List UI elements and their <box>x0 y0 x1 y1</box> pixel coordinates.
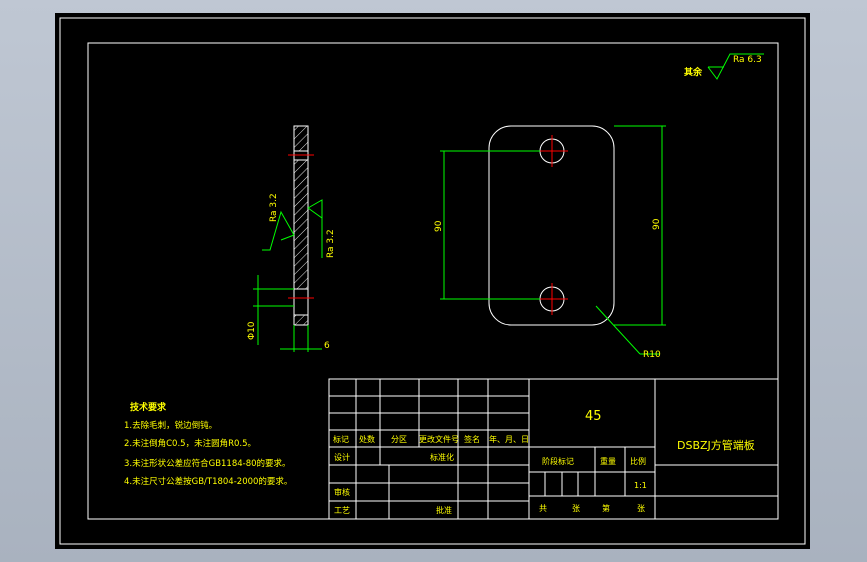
tech-req-title: 技术要求 <box>130 401 167 413</box>
rev-header-zone: 分区 <box>391 435 407 444</box>
scale-value: 1:1 <box>634 481 647 490</box>
tech-req-item-4: 4.未注尺寸公差按GB/T1804-2000的要求。 <box>124 476 292 487</box>
material-text: 45 <box>585 409 602 424</box>
rev-header-change-doc: 更改文件号 <box>419 434 459 444</box>
review-label: 审核 <box>334 487 350 497</box>
weight-label: 重量 <box>600 456 616 466</box>
dim-hole-spacing-text: 90 <box>434 220 444 232</box>
part-name-text: DSBZJ方管端板 <box>677 438 755 452</box>
dim-corner-radius-text: R10 <box>643 350 661 360</box>
sheet-unit-label: 张 <box>572 504 580 513</box>
roughness-right-value: Ra 3.2 <box>326 229 336 258</box>
rev-header-signature: 签名 <box>464 434 480 444</box>
sheet-total-label: 共 <box>539 504 547 513</box>
stage-mark-label: 阶段标记 <box>542 456 574 466</box>
dim-outer-height-text: 90 <box>652 218 662 230</box>
process-label: 工艺 <box>334 506 350 515</box>
cad-drawing-window: 其余 Ra 6.3 Ra 3.2 Ra 3.2 Φ10 6 90 90 R10 … <box>55 13 810 549</box>
rev-header-date: 年、月、日 <box>489 434 529 444</box>
sheet-index-label: 第 <box>602 503 610 513</box>
dim-thickness-text: 6 <box>324 341 330 351</box>
rev-header-mark: 标记 <box>333 434 349 444</box>
surface-finish-value: Ra 6.3 <box>733 55 762 65</box>
section-hatch-lower <box>294 315 308 325</box>
approve-label: 批准 <box>436 505 452 515</box>
standardization-label: 标准化 <box>430 452 454 462</box>
surface-finish-label: 其余 <box>684 66 703 78</box>
tech-req-item-3: 3.未注形状公差应符合GB1184-80的要求。 <box>124 458 291 469</box>
sheet-unit-label-2: 张 <box>637 504 645 513</box>
section-hatch-middle <box>294 160 308 289</box>
scale-label: 比例 <box>630 456 646 466</box>
tech-req-item-1: 1.去除毛刺，锐边倒钝。 <box>124 420 217 431</box>
section-hatch-upper <box>294 126 308 151</box>
roughness-left-value: Ra 3.2 <box>269 193 279 222</box>
rev-header-count: 处数 <box>359 434 375 444</box>
dim-hole-diameter-text: Φ10 <box>247 321 257 340</box>
design-label: 设计 <box>334 452 350 462</box>
tech-req-item-2: 2.未注倒角C0.5，未注圆角R0.5。 <box>124 438 256 449</box>
